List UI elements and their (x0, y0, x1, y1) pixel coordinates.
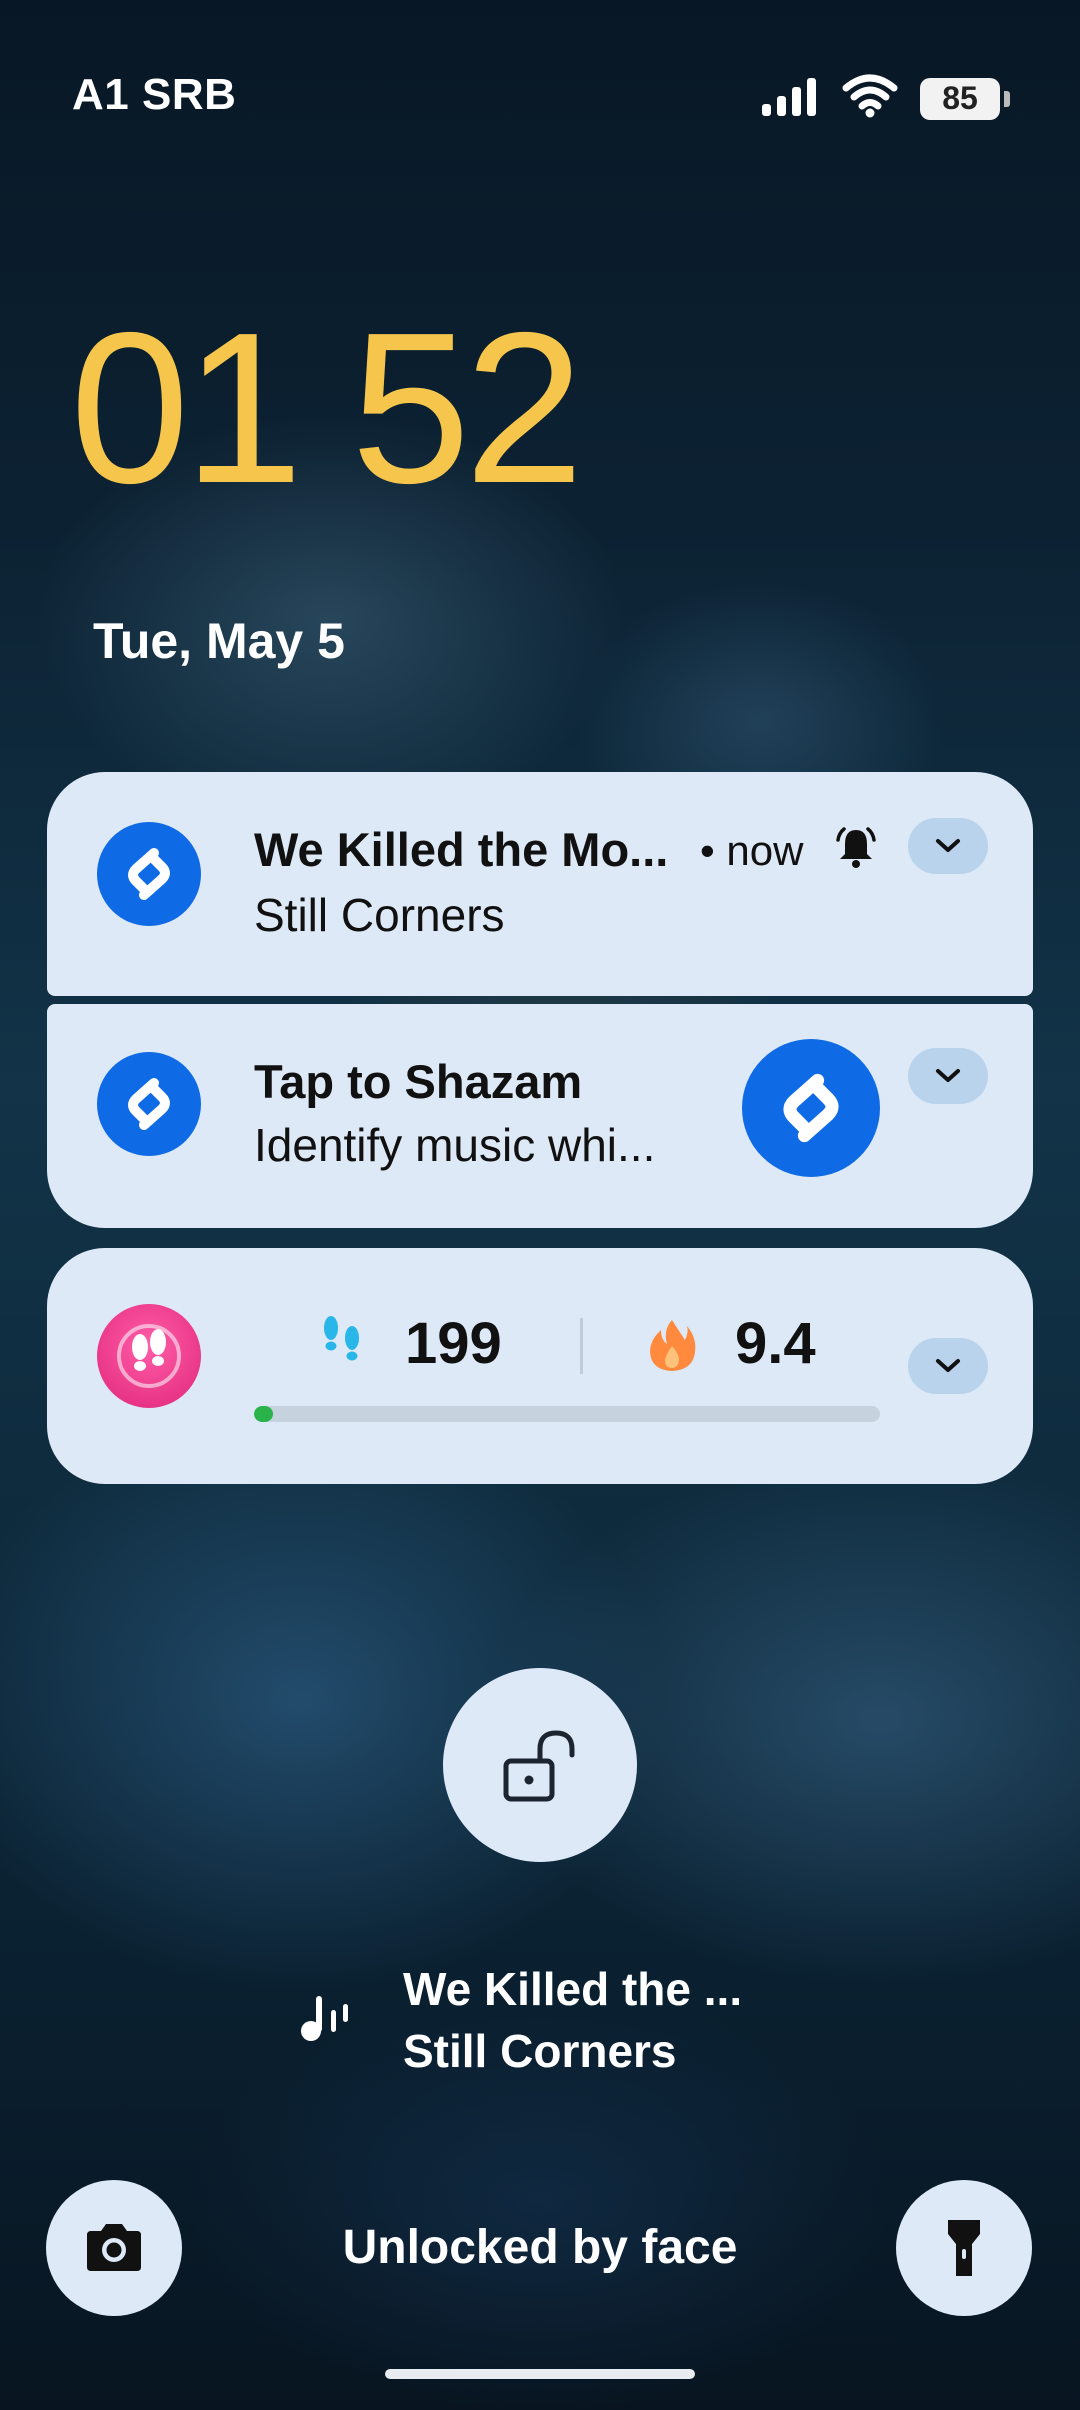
battery-icon: 85 (920, 77, 1010, 120)
unlocked-padlock-icon (503, 1730, 575, 1802)
chevron-down-icon (936, 1069, 960, 1082)
now-playing-artist[interactable]: Still Corners (403, 2024, 677, 2078)
battery-level: 85 (942, 80, 978, 116)
step-progress-fill (254, 1406, 273, 1422)
notification-time: • now (700, 827, 804, 874)
footsteps-icon (317, 1312, 367, 1377)
footsteps-app-icon (97, 1304, 201, 1408)
unlock-button[interactable] (443, 1668, 637, 1862)
notification-now-playing-shazam[interactable]: We Killed the Mo... • now Still Corners (47, 772, 1033, 996)
chevron-down-icon (936, 1359, 960, 1372)
now-playing-title[interactable]: We Killed the ... (403, 1962, 742, 2016)
chevron-down-icon (936, 839, 960, 852)
expand-button[interactable] (908, 1338, 988, 1394)
notification-title: We Killed the Mo... (254, 823, 669, 876)
flashlight-icon (948, 2220, 980, 2276)
carrier-name: A1 SRB (72, 70, 237, 119)
flame-icon (645, 1316, 699, 1379)
expand-button[interactable] (908, 1048, 988, 1104)
music-note-icon (298, 1990, 360, 2051)
expand-button[interactable] (908, 818, 988, 874)
notification-step-counter[interactable]: 199 9.4 (47, 1248, 1033, 1484)
status-icons: 85 (760, 74, 1010, 123)
flashlight-shortcut-button[interactable] (896, 2180, 1032, 2316)
metric-divider (580, 1318, 583, 1374)
steps-value: 199 (405, 1311, 502, 1376)
notification-tap-to-shazam[interactable]: Tap to Shazam Identify music whi... (47, 1004, 1033, 1228)
lockscreen-date: Tue, May 5 (93, 613, 345, 669)
step-progress-bar (254, 1406, 880, 1422)
calories-value: 9.4 (735, 1311, 816, 1376)
home-gesture-bar[interactable] (385, 2369, 695, 2379)
notification-title: Tap to Shazam (254, 1055, 583, 1108)
wifi-icon (842, 74, 898, 123)
lockscreen-clock: 01 52 (70, 287, 584, 528)
notification-subtitle: Still Corners (254, 889, 505, 941)
signal-icon (760, 76, 820, 121)
notification-subtitle: Identify music whi... (254, 1119, 656, 1171)
bell-ringing-icon[interactable] (833, 824, 879, 875)
shazam-icon (97, 822, 201, 926)
shazam-button-icon[interactable] (742, 1039, 880, 1177)
shazam-icon (97, 1052, 201, 1156)
